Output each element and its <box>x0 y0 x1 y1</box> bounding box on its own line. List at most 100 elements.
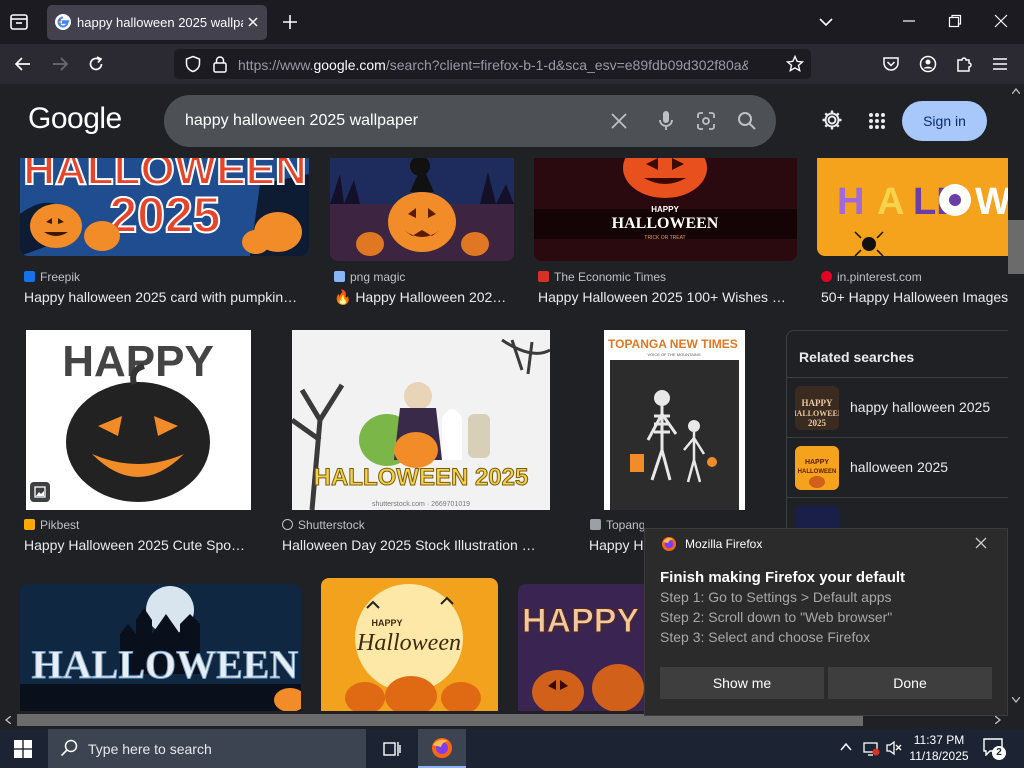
pocket-icon[interactable] <box>882 55 900 73</box>
result-caption[interactable]: Happy H… <box>589 537 644 553</box>
taskbar-firefox-button[interactable] <box>418 729 466 768</box>
scroll-right-arrow-icon[interactable] <box>995 716 1001 724</box>
thumb-halloween-script-text: Halloween <box>356 630 461 656</box>
related-searches-panel: Related searches HAPPYHALLOWEEN2025 happ… <box>786 330 1008 540</box>
restore-window-icon[interactable] <box>948 14 962 28</box>
new-tab-icon[interactable] <box>282 14 298 30</box>
result-caption[interactable]: 🔥 Happy Halloween 202… <box>334 289 514 306</box>
hamburger-menu-icon[interactable] <box>991 55 1009 73</box>
result-source[interactable]: png magic <box>334 270 514 284</box>
google-apps-grid-icon[interactable] <box>868 112 886 130</box>
notification-step: Step 3: Select and choose Firefox <box>660 629 871 645</box>
result-source[interactable]: The Economic Times <box>538 270 793 284</box>
related-search-item[interactable]: HAPPYHALLOWEEN2025 happy halloween 2025 <box>787 377 1008 437</box>
minimize-window-icon[interactable] <box>902 14 916 28</box>
result-source[interactable]: in.pinterest.com <box>821 270 1008 284</box>
result-thumbnail[interactable]: HAPPY HALLOWEEN TRICK OR TREAT <box>534 144 797 261</box>
clear-search-icon[interactable] <box>610 112 628 130</box>
extensions-puzzle-icon[interactable] <box>955 55 973 73</box>
vertical-scrollbar[interactable] <box>1008 84 1024 711</box>
economic-times-favicon-icon <box>538 271 549 282</box>
result-thumbnail[interactable]: HALLOWEEN <box>20 584 301 711</box>
result-caption[interactable]: Happy Halloween 2025 100+ Wishes … <box>538 289 796 305</box>
sign-in-button[interactable]: Sign in <box>902 101 987 141</box>
voice-search-mic-icon[interactable] <box>658 110 674 132</box>
result-source[interactable]: Pikbest <box>24 518 254 532</box>
result-source[interactable]: Topanga … <box>590 518 644 532</box>
show-hidden-icons-chevron-up-icon[interactable] <box>840 742 852 752</box>
thumb-watermark-text: shutterstock.com · 2669701019 <box>372 501 470 508</box>
lens-camera-icon[interactable] <box>696 111 716 131</box>
reload-icon[interactable] <box>87 55 105 73</box>
related-search-label: happy halloween 2025 <box>850 399 991 415</box>
notification-step: Step 2: Scroll down to "Web browser" <box>660 609 893 625</box>
close-tab-icon[interactable] <box>246 15 260 29</box>
clock-date: 11/18/2025 <box>909 749 969 763</box>
clock-time: 11:37 PM <box>913 733 965 747</box>
pinterest-favicon-icon <box>821 271 832 282</box>
svg-text:HALLOWEEN: HALLOWEEN <box>795 409 839 418</box>
result-caption[interactable]: Happy halloween 2025 card with pumpkin… <box>24 289 309 305</box>
firefox-taskbar-icon <box>431 737 453 759</box>
account-icon[interactable] <box>919 55 937 73</box>
google-logo[interactable]: Google <box>28 102 122 136</box>
done-button[interactable]: Done <box>828 667 992 699</box>
url-text: https://www.google.com/search?client=fir… <box>238 57 748 73</box>
result-caption[interactable]: Happy Halloween 2025 Cute Spo… <box>24 537 256 553</box>
show-me-button[interactable]: Show me <box>660 667 824 699</box>
settings-gear-icon[interactable] <box>821 109 843 131</box>
related-thumbnail: HAPPY HALLOWEEN <box>795 446 839 490</box>
result-thumbnail[interactable]: HAPPY Halloween <box>321 578 498 711</box>
scroll-down-arrow-icon[interactable] <box>1012 697 1020 703</box>
scroll-left-arrow-icon[interactable] <box>5 716 11 724</box>
close-window-icon[interactable] <box>994 14 1008 28</box>
search-input[interactable]: happy halloween 2025 wallpaper <box>185 112 418 130</box>
result-thumbnail[interactable]: TOPANGA NEW TIMES VOICE OF THE MOUNTAINS <box>604 330 745 510</box>
back-arrow-icon[interactable] <box>14 55 32 73</box>
notification-close-icon[interactable] <box>975 537 987 549</box>
png-magic-favicon-icon <box>334 271 345 282</box>
network-icon[interactable] <box>862 740 880 756</box>
google-header: Google happy halloween 2025 wallpaper Si… <box>0 84 1008 158</box>
notification-app-name: Mozilla Firefox <box>685 537 763 551</box>
task-view-icon[interactable] <box>382 739 402 759</box>
result-thumbnail[interactable]: HALLOWEEN 2025 <box>20 144 309 256</box>
taskbar-clock[interactable]: 11:37 PM 11/18/2025 <box>900 732 978 764</box>
thumb-topanga-subtitle: VOICE OF THE MOUNTAINS <box>648 352 701 357</box>
result-thumbnail[interactable]: HALLOWEEN 2025 shutterstock.com · 266970… <box>292 330 550 510</box>
thumb-happy-label: HAPPY <box>651 205 679 214</box>
active-tab[interactable]: happy halloween 2025 wallpaper <box>47 5 267 40</box>
related-searches-heading: Related searches <box>799 349 915 365</box>
topanga-favicon-icon <box>590 519 601 530</box>
search-box[interactable]: happy halloween 2025 wallpaper <box>164 95 776 147</box>
tab-bar: happy halloween 2025 wallpaper <box>0 0 1024 44</box>
related-search-label: halloween 2025 <box>850 459 949 475</box>
related-search-item[interactable]: HAPPY HALLOWEEN halloween 2025 <box>787 437 1008 497</box>
result-thumbnail[interactable]: H A LL W <box>817 144 1008 256</box>
result-thumbnail[interactable]: HAPPY <box>26 330 251 510</box>
thumb-topanga-title: TOPANGA NEW TIMES <box>608 337 738 351</box>
lock-icon[interactable] <box>212 55 228 73</box>
result-thumbnail[interactable] <box>330 144 514 261</box>
address-bar[interactable]: https://www.google.com/search?client=fir… <box>174 49 811 79</box>
result-thumbnail[interactable]: HAPPY HALL <box>518 584 644 711</box>
vertical-scroll-thumb[interactable] <box>1008 220 1024 274</box>
result-caption[interactable]: Halloween Day 2025 Stock Illustration … <box>282 537 552 553</box>
list-tabs-chevron-down-icon[interactable] <box>818 14 834 30</box>
result-caption[interactable]: 50+ Happy Halloween Images <box>821 289 1008 305</box>
taskbar-search-box[interactable]: Type here to search <box>48 729 366 768</box>
bookmark-star-icon[interactable] <box>786 55 804 73</box>
result-source[interactable]: Freepik <box>24 270 304 284</box>
taskbar-search-icon <box>60 739 78 757</box>
scroll-up-arrow-icon[interactable] <box>1012 88 1020 94</box>
forward-arrow-icon[interactable] <box>51 55 69 73</box>
action-center-notification-icon[interactable]: 2 <box>983 738 1007 760</box>
search-magnifier-icon[interactable] <box>737 111 757 131</box>
tab-overview-icon[interactable] <box>9 12 29 32</box>
svg-text:2025: 2025 <box>109 187 220 243</box>
svg-text:W: W <box>975 181 1008 223</box>
result-source[interactable]: Shutterstock <box>282 518 552 532</box>
tracking-protection-shield-icon[interactable] <box>184 55 202 73</box>
windows-start-icon[interactable] <box>14 740 32 758</box>
firefox-logo-icon <box>661 536 677 552</box>
